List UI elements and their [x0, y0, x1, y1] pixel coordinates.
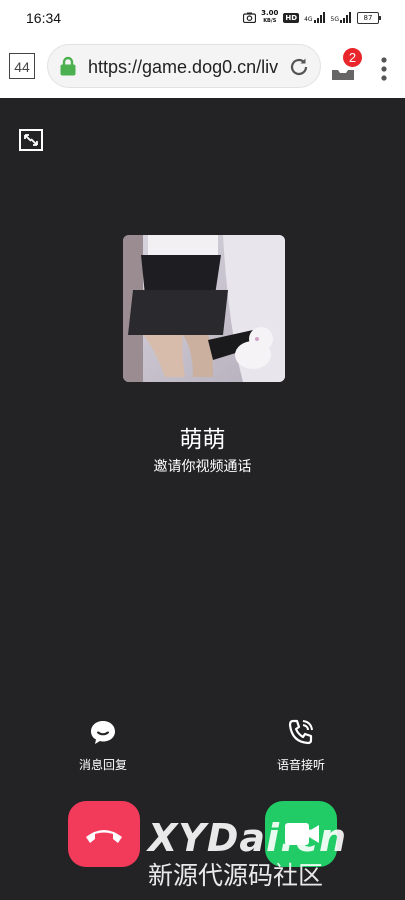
voice-answer-label: 语音接听 — [276, 758, 325, 772]
signal-4g: 4G — [304, 12, 325, 23]
reload-icon[interactable] — [288, 56, 310, 78]
call-invitation-text: 邀请你视频通话 — [153, 459, 252, 475]
url-text[interactable]: https://game.dog0.cn/liv — [88, 57, 288, 78]
status-icons: 3.00 KB/S HD 4G 5G 87 — [243, 10, 381, 25]
speed-unit: KB/S — [263, 18, 277, 24]
signal-5g: 5G — [331, 12, 352, 23]
tab-switcher-button[interactable]: 44 — [9, 53, 35, 79]
caller-avatar-photo — [123, 235, 285, 382]
watermark-brand: XYDai.cn — [148, 816, 348, 860]
minimize-window-icon[interactable] — [19, 129, 43, 151]
lock-icon — [60, 56, 76, 76]
hd-badge: HD — [283, 12, 300, 23]
phone-call-icon — [288, 719, 313, 745]
message-reply-button[interactable]: 消息回复 — [53, 718, 153, 773]
address-bar[interactable]: https://game.dog0.cn/liv — [47, 44, 321, 88]
chat-bubble-icon — [91, 721, 115, 744]
signal-bars-icon — [340, 12, 351, 23]
camera-icon — [243, 12, 257, 23]
signal-bars-icon — [313, 12, 325, 23]
browser-toolbar: 44 https://game.dog0.cn/liv 2 — [0, 36, 405, 98]
video-call-screen: 萌萌 邀请你视频通话 消息回复 语音接听 XYDai.cn 新源代源码社区 — [0, 98, 405, 900]
message-reply-label: 消息回复 — [78, 758, 127, 772]
downloads-button[interactable]: 2 — [330, 48, 364, 84]
battery-indicator: 87 — [357, 11, 381, 24]
network-speed: 3.00 KB/S — [261, 10, 278, 25]
phone-hangup-icon — [86, 830, 122, 843]
caller-photo-image — [123, 235, 285, 382]
status-time: 16:34 — [26, 10, 62, 26]
hangup-button[interactable] — [68, 801, 140, 867]
speed-value: 3.00 — [261, 9, 279, 17]
voice-answer-button[interactable]: 语音接听 — [251, 718, 351, 773]
more-options-icon[interactable] — [378, 56, 390, 82]
watermark-tagline: 新源代源码社区 — [148, 861, 324, 890]
watermark: XYDai.cn 新源代源码社区 — [148, 816, 347, 892]
status-bar: 16:34 3.00 KB/S HD 4G 5G 87 — [0, 0, 405, 36]
caller-name: 萌萌 — [179, 427, 226, 453]
download-count-badge: 2 — [343, 48, 362, 67]
